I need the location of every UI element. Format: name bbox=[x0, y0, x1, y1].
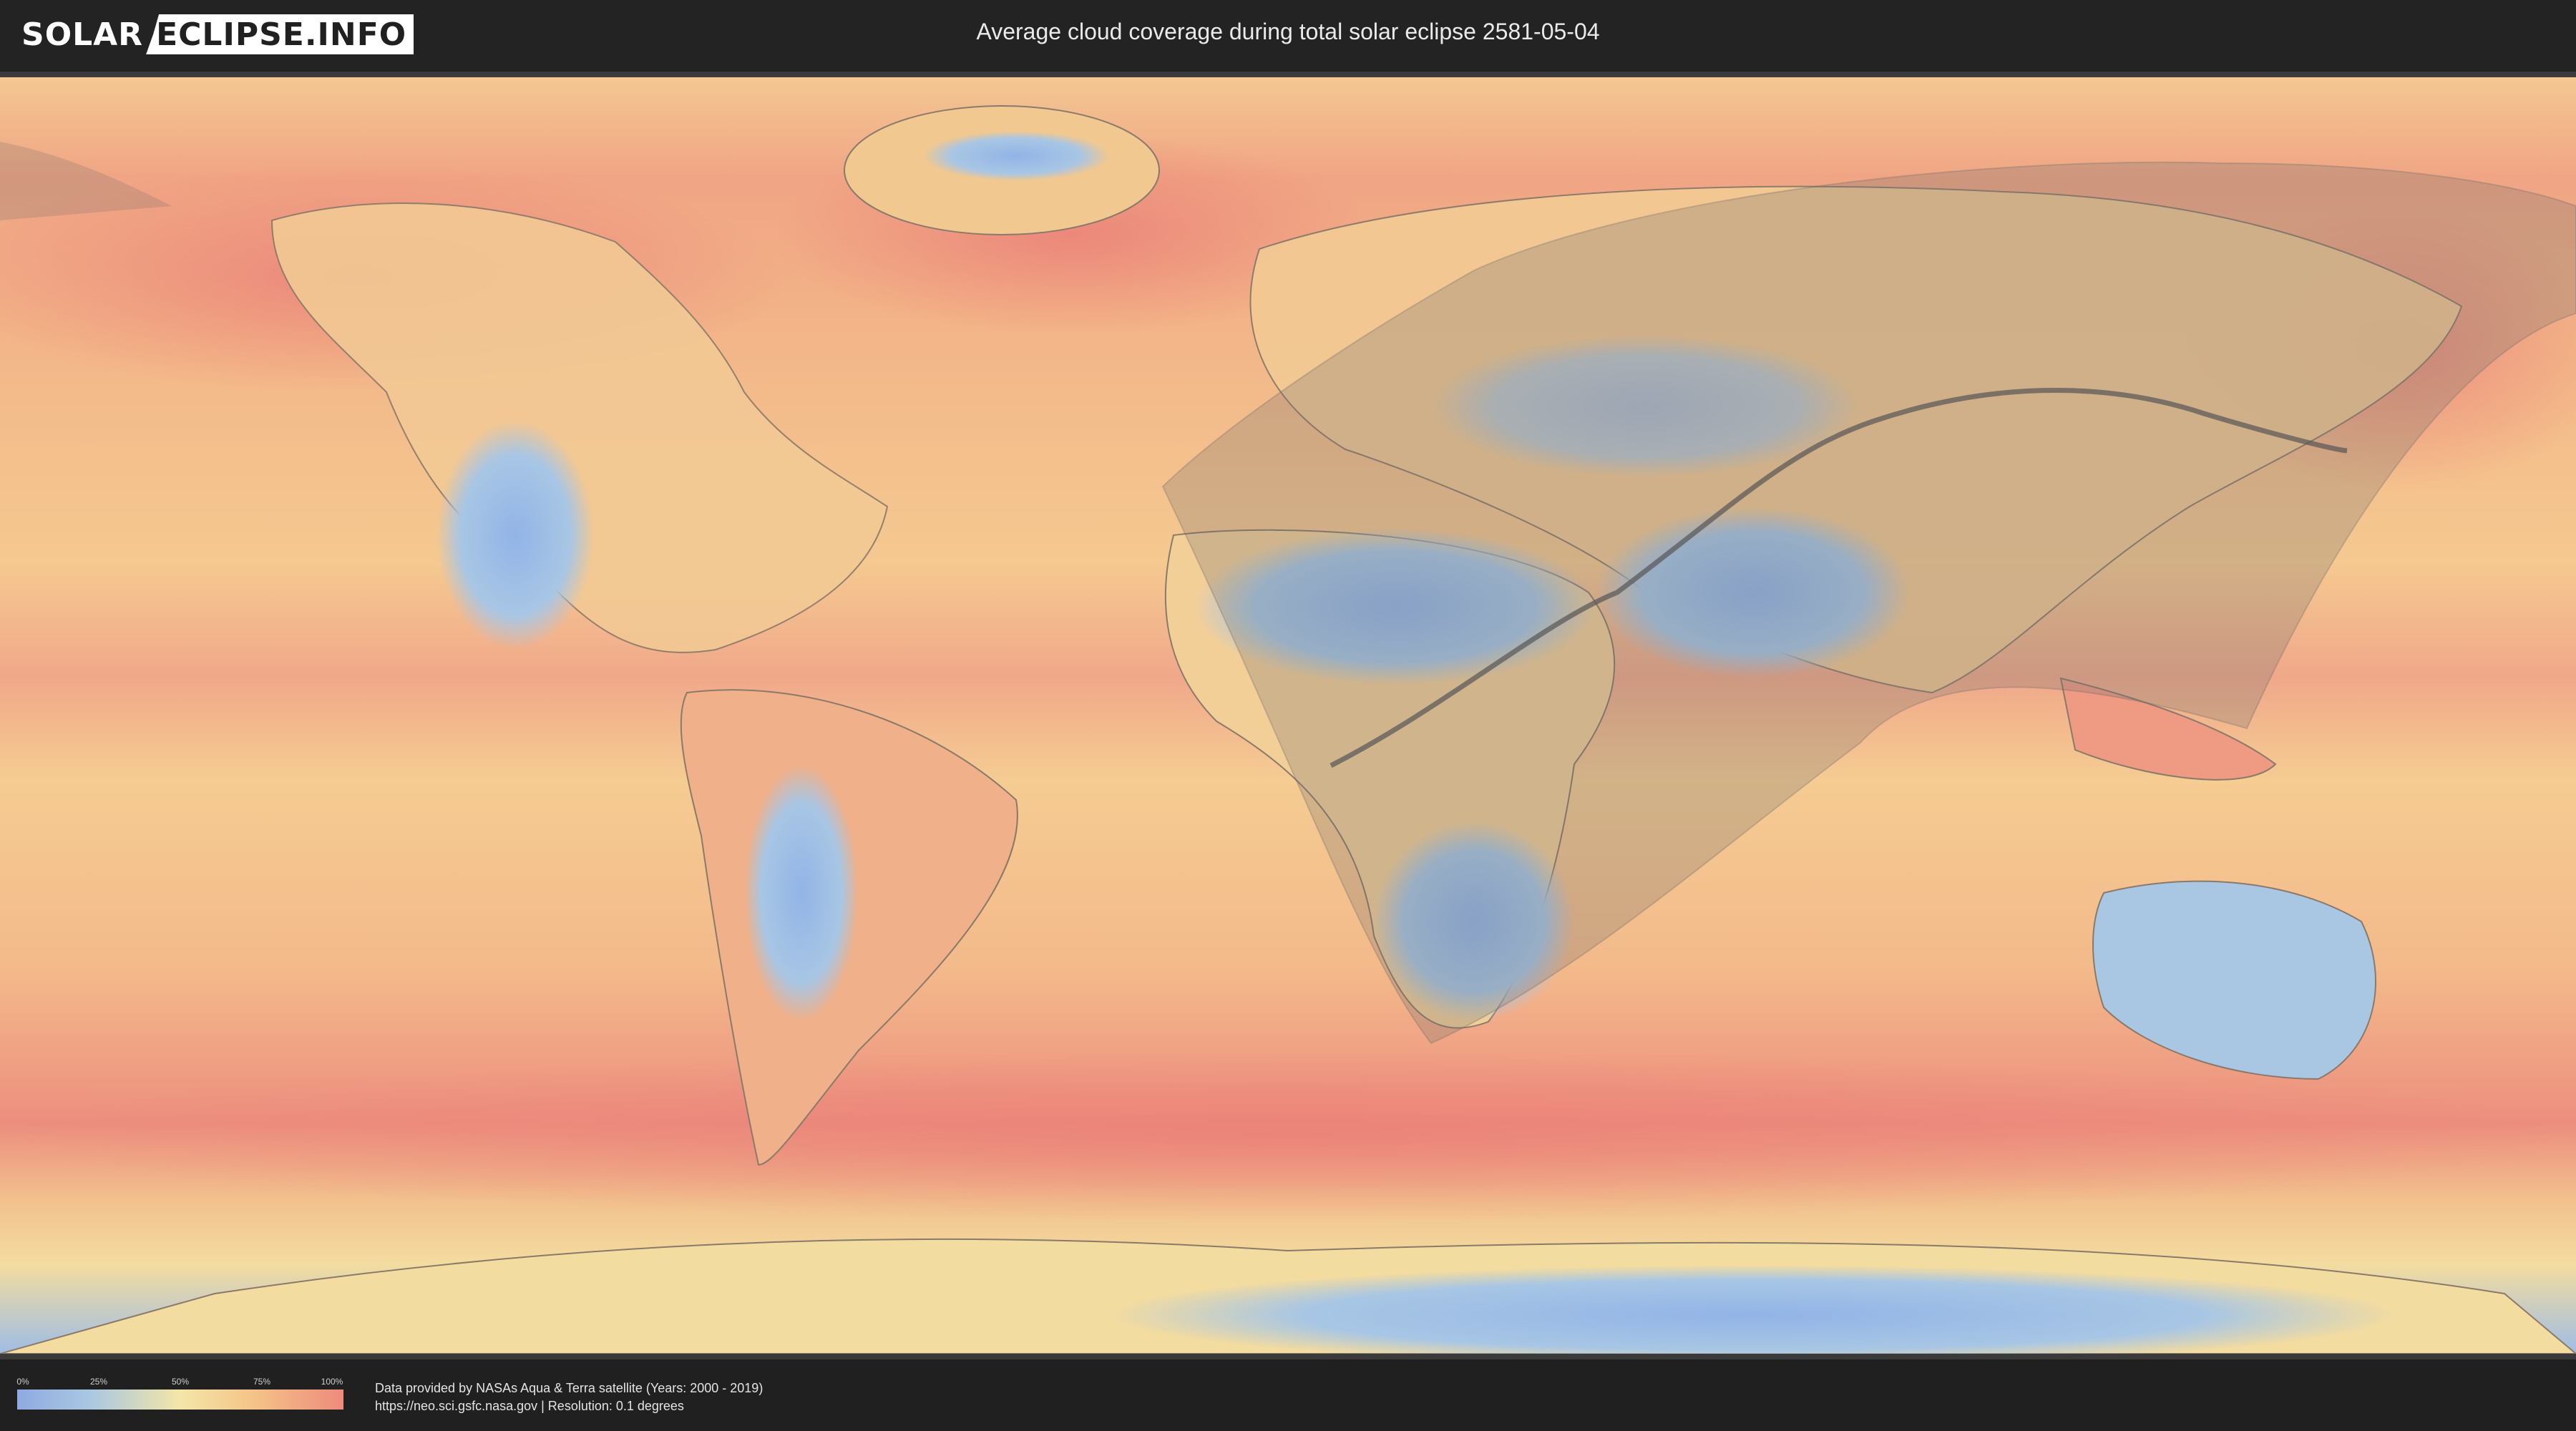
mexico-clear-area bbox=[436, 421, 594, 650]
legend-tick-25: 25% bbox=[89, 1377, 108, 1387]
southern-ocean-cloud-band bbox=[0, 1050, 2576, 1222]
cloud-coverage-map[interactable] bbox=[0, 72, 2576, 1359]
credit-line-url[interactable]: https://neo.sci.gsfc.nasa.gov | Resoluti… bbox=[375, 1397, 763, 1415]
data-credits: Data provided by NASAs Aqua & Terra sate… bbox=[375, 1379, 763, 1415]
legend-tick-75: 75% bbox=[253, 1377, 271, 1387]
andes-clear-area bbox=[744, 764, 859, 1022]
legend-tick-0: 0% bbox=[16, 1377, 29, 1387]
credit-line-source: Data provided by NASAs Aqua & Terra sate… bbox=[375, 1381, 763, 1395]
header-bar: SOLAR ECLIPSE.INFO Average cloud coverag… bbox=[0, 0, 2576, 70]
legend-color-bar bbox=[17, 1390, 343, 1410]
legend-ticks: 0% 25% 50% 75% 100% bbox=[16, 1377, 343, 1390]
legend-tick-50: 50% bbox=[171, 1377, 190, 1387]
footer-bar: 0% 25% 50% 75% 100% Data provided by NAS… bbox=[0, 1359, 2576, 1431]
greenland-clear-area bbox=[923, 131, 1109, 181]
cloud-coverage-legend: 0% 25% 50% 75% 100% bbox=[16, 1377, 343, 1410]
world-map-svg bbox=[0, 77, 2576, 1354]
page-title: Average cloud coverage during total sola… bbox=[976, 19, 1600, 44]
legend-tick-100: 100% bbox=[321, 1377, 343, 1387]
